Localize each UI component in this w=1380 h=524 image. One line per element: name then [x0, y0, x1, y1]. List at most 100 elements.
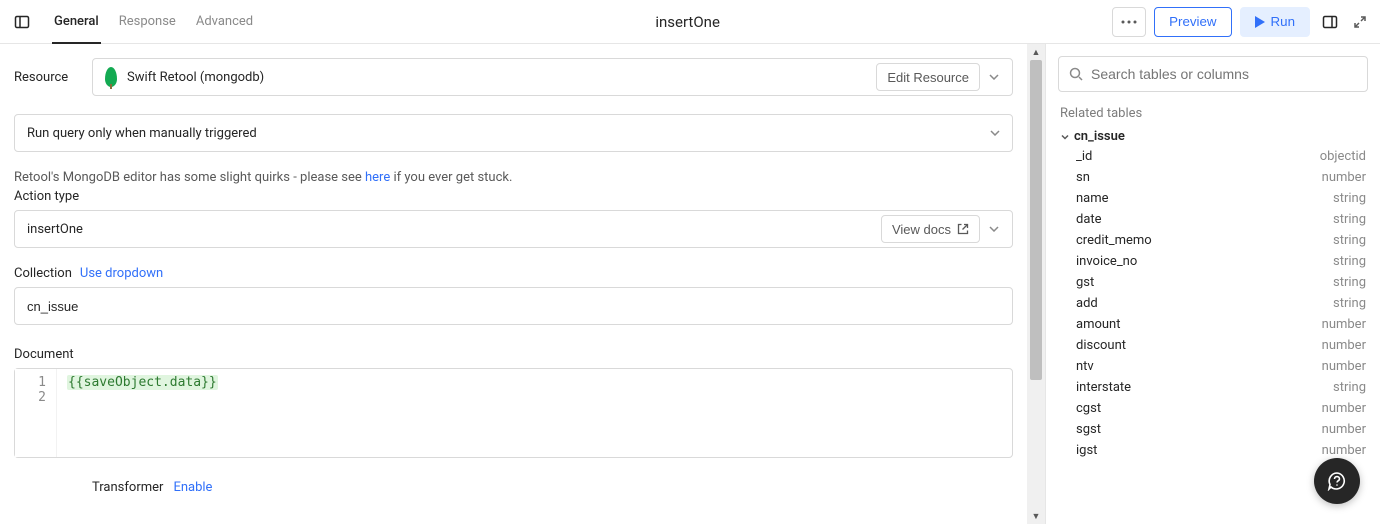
field-type: number: [1322, 401, 1366, 416]
scroll-down-arrow[interactable]: ▼: [1027, 508, 1045, 524]
table-field[interactable]: gst string: [1060, 272, 1366, 293]
help-button[interactable]: [1314, 458, 1360, 504]
hint-text: Retool's MongoDB editor has some slight …: [14, 170, 1013, 185]
trigger-value: Run query only when manually triggered: [27, 126, 257, 141]
panel-left-icon[interactable]: [10, 10, 34, 34]
field-name: cgst: [1076, 401, 1101, 416]
search-input[interactable]: [1091, 66, 1357, 82]
view-docs-button[interactable]: View docs: [881, 215, 980, 243]
field-name: credit_memo: [1076, 233, 1152, 248]
field-name: gst: [1076, 275, 1094, 290]
external-link-icon: [957, 223, 969, 235]
main-scrollbar[interactable]: ▲ ▼: [1027, 44, 1045, 524]
field-type: string: [1333, 254, 1366, 269]
header-tabs: General Response Advanced: [44, 0, 263, 44]
table-field[interactable]: ntv number: [1060, 356, 1366, 377]
field-name: sgst: [1076, 422, 1101, 437]
run-button[interactable]: Run: [1240, 7, 1310, 37]
search-icon: [1069, 67, 1083, 81]
field-name: amount: [1076, 317, 1120, 332]
schema-search[interactable]: [1058, 56, 1368, 92]
table-field[interactable]: _id objectid: [1060, 146, 1366, 167]
trigger-select[interactable]: Run query only when manually triggered: [14, 114, 1013, 152]
field-name: igst: [1076, 443, 1097, 458]
field-type: number: [1322, 422, 1366, 437]
field-name: date: [1076, 212, 1102, 227]
table-field[interactable]: sn number: [1060, 167, 1366, 188]
scroll-up-arrow[interactable]: ▲: [1027, 44, 1045, 60]
action-type-label: Action type: [14, 189, 1013, 204]
use-dropdown-link[interactable]: Use dropdown: [80, 266, 163, 281]
field-name: discount: [1076, 338, 1126, 353]
tab-response[interactable]: Response: [109, 0, 186, 44]
chevron-down-icon: [989, 226, 999, 232]
transformer-enable-link[interactable]: Enable: [173, 480, 212, 495]
table-field[interactable]: igst number: [1060, 440, 1366, 461]
panel-right-icon[interactable]: [1318, 10, 1342, 34]
action-chevron[interactable]: [980, 215, 1008, 243]
field-type: number: [1322, 170, 1366, 185]
resource-label: Resource: [14, 70, 92, 85]
field-type: string: [1333, 275, 1366, 290]
table-field[interactable]: discountnumber: [1060, 335, 1366, 356]
action-type-select[interactable]: insertOne View docs: [14, 210, 1013, 248]
chevron-down-icon: [989, 74, 999, 80]
header-bar: General Response Advanced insertOne Prev…: [0, 0, 1380, 44]
field-type: number: [1322, 359, 1366, 374]
table-node[interactable]: cn_issue: [1060, 127, 1366, 146]
field-type: string: [1333, 233, 1366, 248]
field-type: objectid: [1320, 149, 1366, 164]
mongodb-icon: [105, 67, 117, 87]
table-field[interactable]: namestring: [1060, 188, 1366, 209]
tab-label: General: [54, 14, 99, 29]
transformer-row: Transformer Enable: [14, 480, 1013, 495]
field-name: interstate: [1076, 380, 1131, 395]
schema-panel: Related tables cn_issue _id objectid sn num…: [1045, 44, 1380, 524]
scrollbar-thumb[interactable]: [1030, 60, 1042, 380]
action-type-value: insertOne: [27, 222, 881, 237]
chevron-down-icon: [990, 130, 1000, 136]
expand-icon[interactable]: [1350, 16, 1370, 28]
resource-select[interactable]: Swift Retool (mongodb) Edit Resource: [92, 58, 1013, 96]
resource-name: Swift Retool (mongodb): [127, 70, 876, 85]
chevron-down-icon: [1060, 132, 1070, 142]
field-type: number: [1322, 317, 1366, 332]
resource-chevron[interactable]: [980, 63, 1008, 91]
related-tables-label: Related tables: [1046, 102, 1380, 127]
table-field[interactable]: amount number: [1060, 314, 1366, 335]
field-type: string: [1333, 296, 1366, 311]
collection-input[interactable]: [14, 287, 1013, 325]
table-field[interactable]: add string: [1060, 293, 1366, 314]
field-name: invoice_no: [1076, 254, 1137, 269]
field-name: ntv: [1076, 359, 1094, 374]
table-field[interactable]: sgst number: [1060, 419, 1366, 440]
tab-advanced[interactable]: Advanced: [186, 0, 263, 44]
field-name: name: [1076, 191, 1109, 206]
table-field[interactable]: invoice_no string: [1060, 251, 1366, 272]
code-area[interactable]: {{saveObject.data}}: [57, 369, 228, 457]
field-name: sn: [1076, 170, 1090, 185]
hint-link[interactable]: here: [365, 170, 390, 185]
field-name: add: [1076, 296, 1098, 311]
tab-label: Advanced: [196, 14, 253, 29]
edit-resource-button[interactable]: Edit Resource: [876, 63, 980, 91]
page-title: insertOne: [263, 13, 1112, 31]
table-field[interactable]: date string: [1060, 209, 1366, 230]
document-editor[interactable]: 1 2 {{saveObject.data}}: [14, 368, 1013, 458]
preview-button[interactable]: Preview: [1154, 7, 1231, 37]
play-icon: [1255, 16, 1265, 28]
table-name: cn_issue: [1074, 129, 1125, 144]
field-type: string: [1333, 212, 1366, 227]
field-name: _id: [1076, 149, 1092, 164]
collection-label: CollectionUse dropdown: [14, 266, 1013, 281]
more-icon: [1121, 20, 1137, 24]
code-token: {{saveObject.data}}: [67, 375, 218, 390]
view-docs-label: View docs: [892, 222, 951, 237]
table-field[interactable]: interstatestring: [1060, 377, 1366, 398]
tab-general[interactable]: General: [44, 0, 109, 44]
table-field[interactable]: cgst number: [1060, 398, 1366, 419]
more-button[interactable]: [1112, 7, 1146, 37]
field-type: number: [1322, 443, 1366, 458]
table-field[interactable]: credit_memo string: [1060, 230, 1366, 251]
help-chat-icon: [1327, 471, 1347, 491]
